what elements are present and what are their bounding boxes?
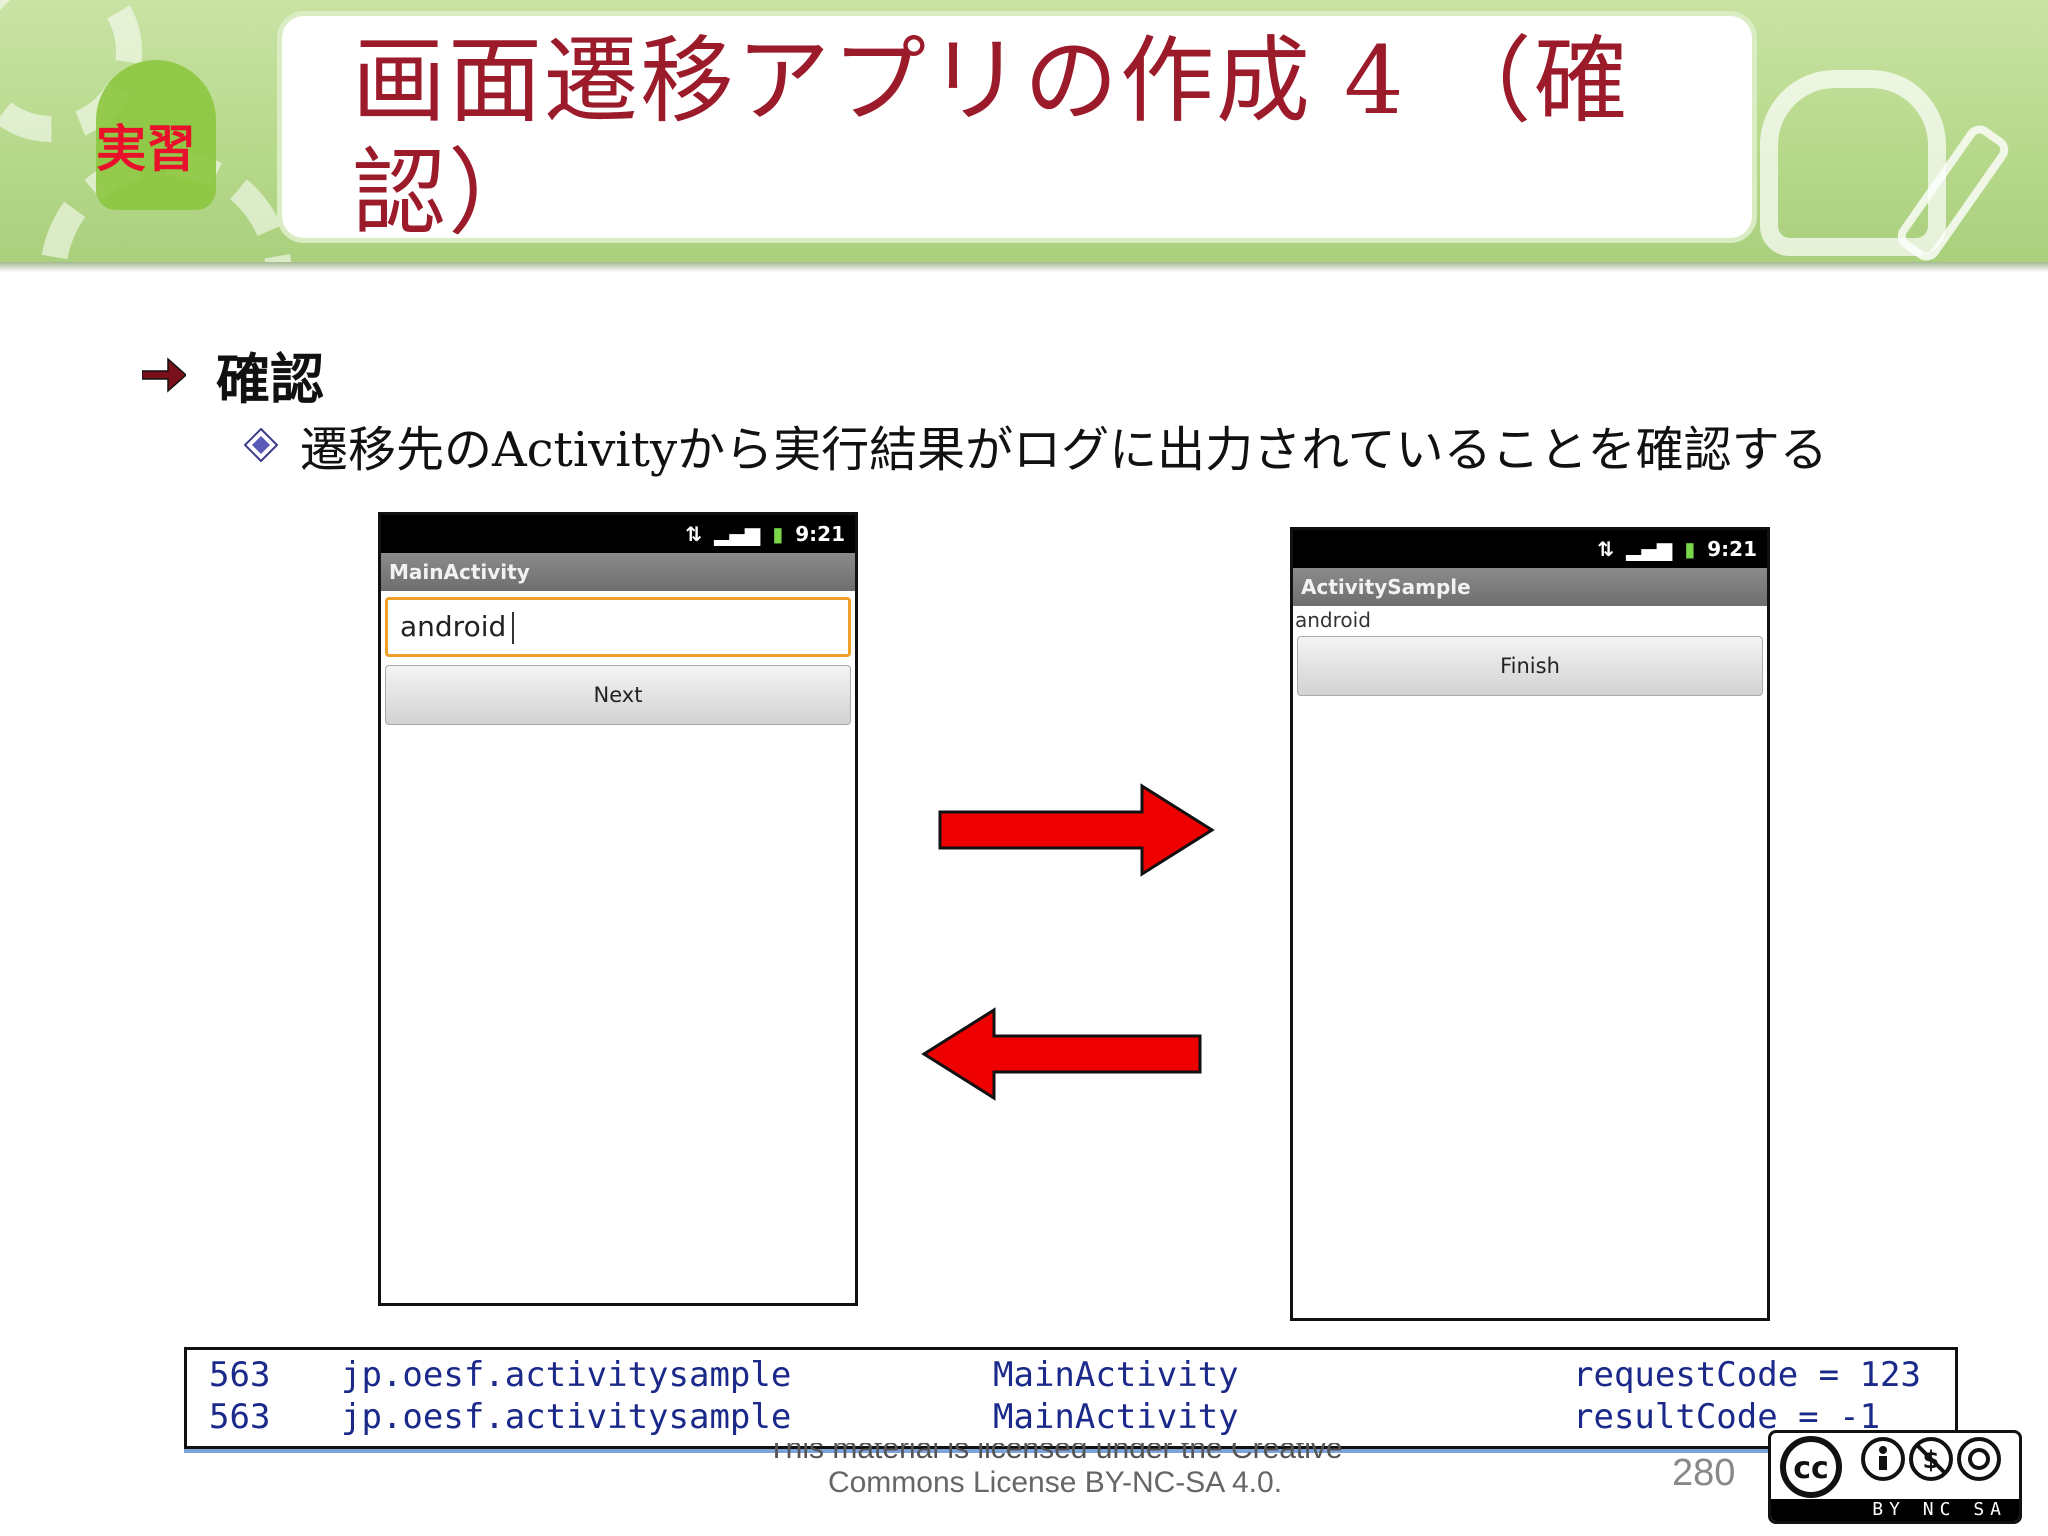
status-bar: ⇅ ▂▄▆ ▮ 9:21 xyxy=(381,515,855,553)
banner-shadow xyxy=(0,262,2048,272)
signal-icon: ▂▄▆ xyxy=(714,522,761,546)
cc-logo-icon: cc $ xyxy=(1780,1436,2001,1498)
slide-title: 画面遷移アプリの作成 4 （確認） xyxy=(352,27,1630,248)
left-arrow-icon xyxy=(921,1007,1202,1101)
creative-commons-badge: cc $ BY NC SA xyxy=(1768,1430,2022,1524)
phone-activity-sample: ⇅ ▂▄▆ ▮ 9:21 ActivitySample android Fini… xyxy=(1290,527,1770,1321)
log-pid: 563 xyxy=(209,1397,271,1437)
text-input-value: android xyxy=(400,610,507,643)
logcat-panel: 563 jp.oesf.activitysample MainActivity … xyxy=(184,1347,1958,1449)
signal-icon: ▂▄▆ xyxy=(1626,537,1673,561)
log-app: jp.oesf.activitysample xyxy=(341,1397,792,1437)
header-banner: 実習 画面遷移アプリの作成 4 （確認） xyxy=(0,0,2048,268)
log-message: requestCode = 123 xyxy=(1573,1355,1921,1395)
cc-logo-text: cc xyxy=(1793,1451,1829,1486)
page-number: 280 xyxy=(1672,1452,1736,1494)
right-arrow-icon xyxy=(938,783,1215,877)
network-3g-icon: ⇅ xyxy=(685,522,703,546)
finish-button[interactable]: Finish xyxy=(1297,636,1763,696)
text-input[interactable]: android xyxy=(385,597,851,657)
log-app: jp.oesf.activitysample xyxy=(341,1355,792,1395)
status-bar: ⇅ ▂▄▆ ▮ 9:21 xyxy=(1293,530,1767,568)
result-text: android xyxy=(1295,608,1371,632)
app-title-bar: MainActivity xyxy=(381,553,855,591)
next-button[interactable]: Next xyxy=(385,665,851,725)
sa-sharealike-icon xyxy=(1957,1437,2001,1481)
network-3g-icon: ⇅ xyxy=(1597,537,1615,561)
text-caret xyxy=(512,612,515,644)
bullet-heading-text: 確認 xyxy=(216,347,324,411)
license-line-1: This material is licensed under the Crea… xyxy=(767,1443,1343,1463)
log-row: 563 jp.oesf.activitysample MainActivity … xyxy=(187,1396,1955,1438)
log-tag: MainActivity xyxy=(993,1355,1239,1395)
status-clock: 9:21 xyxy=(1707,537,1757,561)
battery-icon: ▮ xyxy=(1684,537,1696,561)
phone-main-activity: ⇅ ▂▄▆ ▮ 9:21 MainActivity android Next xyxy=(378,512,858,1306)
log-row: 563 jp.oesf.activitysample MainActivity … xyxy=(187,1354,1955,1396)
log-tag: MainActivity xyxy=(993,1397,1239,1437)
practice-badge: 実習 xyxy=(96,120,196,178)
bullet-heading: 確認 xyxy=(142,335,324,414)
battery-icon: ▮ xyxy=(772,522,784,546)
log-pid: 563 xyxy=(209,1355,271,1395)
license-text: This material is licensed under the Crea… xyxy=(720,1443,1390,1503)
license-line-2: Commons License BY-NC-SA 4.0. xyxy=(827,1466,1283,1499)
status-clock: 9:21 xyxy=(795,522,845,546)
app-title-bar: ActivitySample xyxy=(1293,568,1767,606)
bullet-subitem: 遷移先のActivityから実行結果がログに出力されていることを確認する xyxy=(244,410,1828,480)
diamond-bullet-icon xyxy=(244,428,278,462)
cc-terms-strip: BY NC SA xyxy=(1771,1499,2019,1521)
bullet-subitem-text: 遷移先のActivityから実行結果がログに出力されていることを確認する xyxy=(300,422,1828,478)
bullet-arrow-icon xyxy=(142,356,186,393)
